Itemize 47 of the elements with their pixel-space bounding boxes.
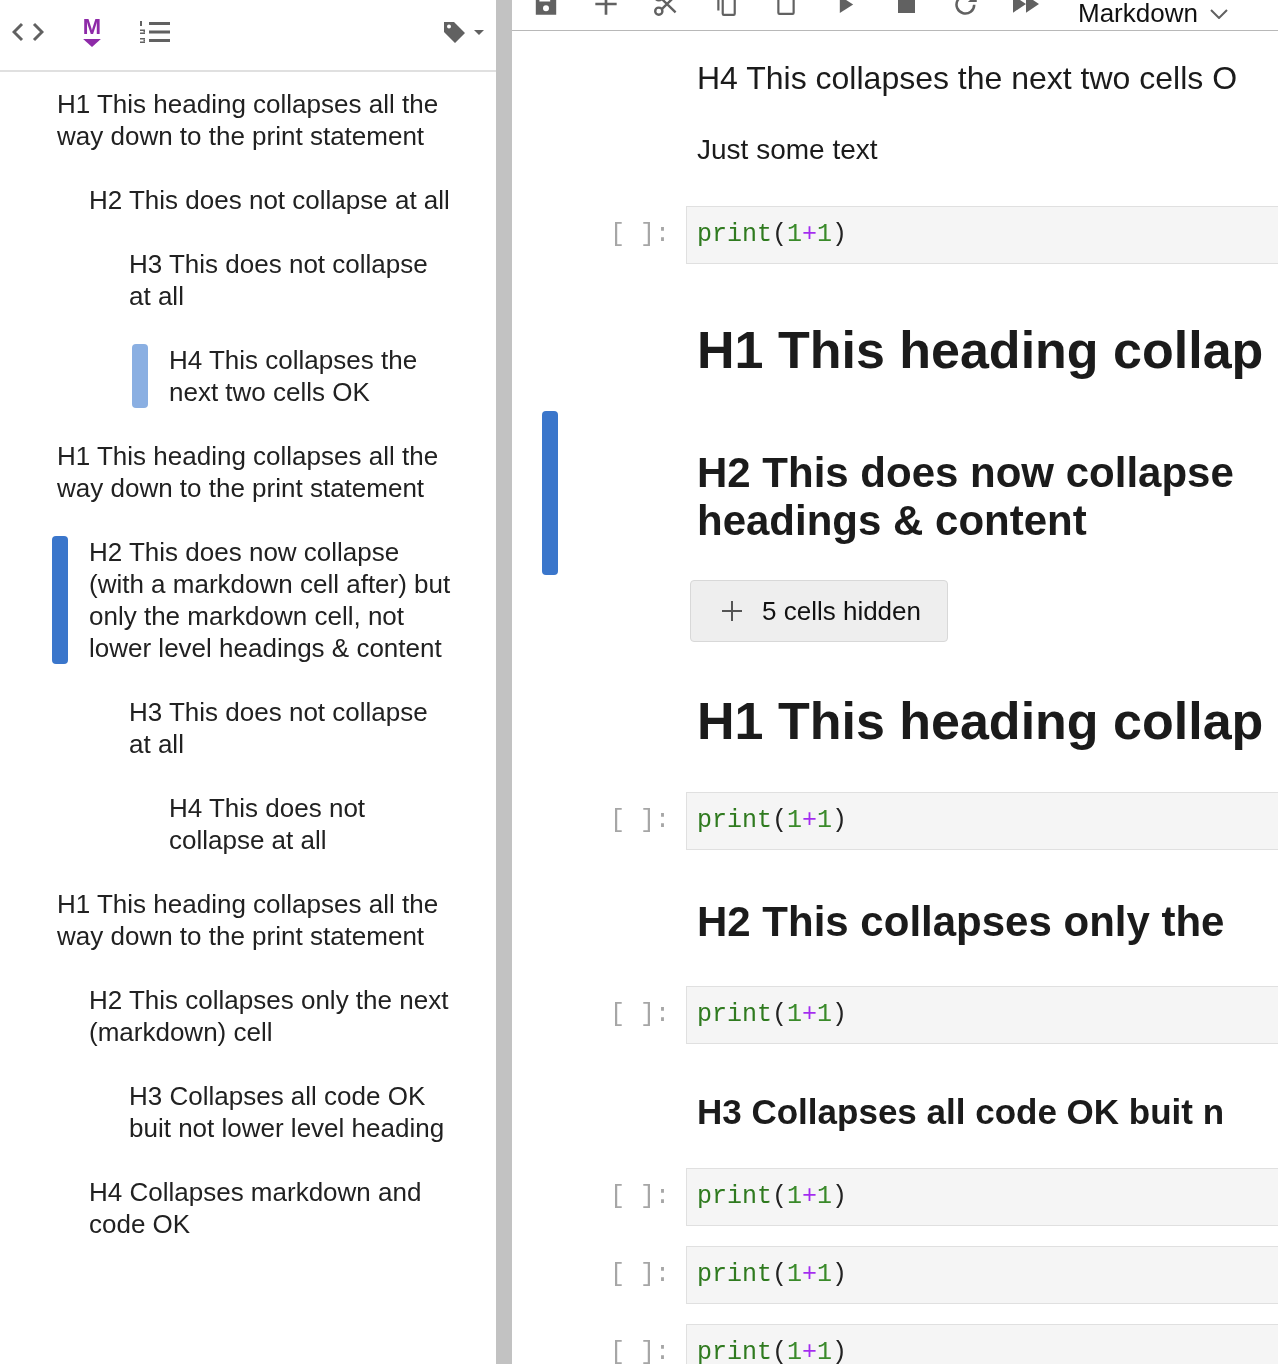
toc-heading[interactable]: H1 This heading collapses all the way down to the print statement (57, 88, 453, 152)
toc-heading[interactable]: H1 This heading collapses all the way down to the print statement (57, 888, 453, 952)
code-cell-input[interactable]: print(1+1) (686, 206, 1278, 264)
code-cell-input[interactable]: print(1+1) (686, 1168, 1278, 1226)
code-cell-input[interactable]: print(1+1) (686, 792, 1278, 850)
notebook-heading: H1 This heading collap (697, 320, 1265, 381)
toc-heading[interactable]: H1 This heading collapses all the way down to the print statement (57, 440, 453, 504)
toc-heading[interactable]: H2 This collapses only the next (markdown) cell (89, 984, 453, 1048)
paragraph-text: Just some text (697, 133, 879, 167)
code-cell-input[interactable]: print(1+1) (686, 1324, 1278, 1364)
toc-heading[interactable]: H2 This does not collapse at all (89, 184, 453, 216)
hidden-cells-button[interactable]: 5 cells hidden (690, 580, 948, 642)
markdown-button[interactable]: M (82, 17, 102, 47)
notebook-heading: H2 This does now collapse (697, 449, 1235, 497)
execution-prompt: [ ]: (610, 1000, 670, 1029)
fast-forward-icon[interactable] (1013, 0, 1039, 13)
execution-prompt: [ ]: (610, 220, 670, 249)
notebook-heading: H4 This collapses the next two cells O (697, 59, 1239, 97)
active-cell-bar[interactable] (542, 411, 558, 575)
notebook-heading: H3 Collapses all code OK buit n (697, 1091, 1226, 1133)
execution-prompt: [ ]: (610, 1260, 670, 1289)
toc-heading[interactable]: H4 Collapses markdown and code OK (89, 1176, 453, 1240)
toc-heading[interactable]: H3 Collapses all code OK buit not lower level heading (129, 1080, 453, 1144)
numbered-list-icon[interactable] (140, 20, 170, 44)
cell-type-dropdown[interactable]: Markdown (1078, 0, 1228, 27)
toc-heading[interactable]: H4 This collapses the next two cells OK (169, 344, 453, 408)
plus-icon (722, 601, 742, 621)
tag-icon[interactable] (443, 21, 466, 43)
caret-icon[interactable] (474, 29, 484, 35)
chevron-down-icon (1209, 8, 1228, 19)
resize-handle[interactable] (496, 0, 512, 1364)
code-cell-input[interactable]: print(1+1) (686, 1246, 1278, 1304)
down-arrow-icon (83, 38, 101, 47)
execution-prompt: [ ]: (610, 1182, 670, 1211)
execution-prompt: [ ]: (610, 1338, 670, 1364)
toc-heading[interactable]: H3 This does not collapse at all (129, 248, 453, 312)
toc-heading[interactable]: H3 This does not collapse at all (129, 696, 453, 760)
code-cell-input[interactable]: print(1+1) (686, 986, 1278, 1044)
stop-icon[interactable] (897, 0, 915, 13)
notebook-heading: headings & content (697, 497, 1088, 545)
code-icon[interactable] (12, 22, 44, 42)
toc-heading[interactable]: H4 This does not collapse at all (169, 792, 453, 856)
notebook-heading: H1 This heading collap (697, 691, 1265, 752)
notebook-heading: H2 This collapses only the (697, 898, 1226, 946)
toc-heading[interactable]: H2 This does now collapse (with a markdown cell after) but only the markdown cell, not lower level headings & content (89, 536, 453, 664)
execution-prompt: [ ]: (610, 806, 670, 835)
play-icon[interactable] (837, 0, 855, 13)
